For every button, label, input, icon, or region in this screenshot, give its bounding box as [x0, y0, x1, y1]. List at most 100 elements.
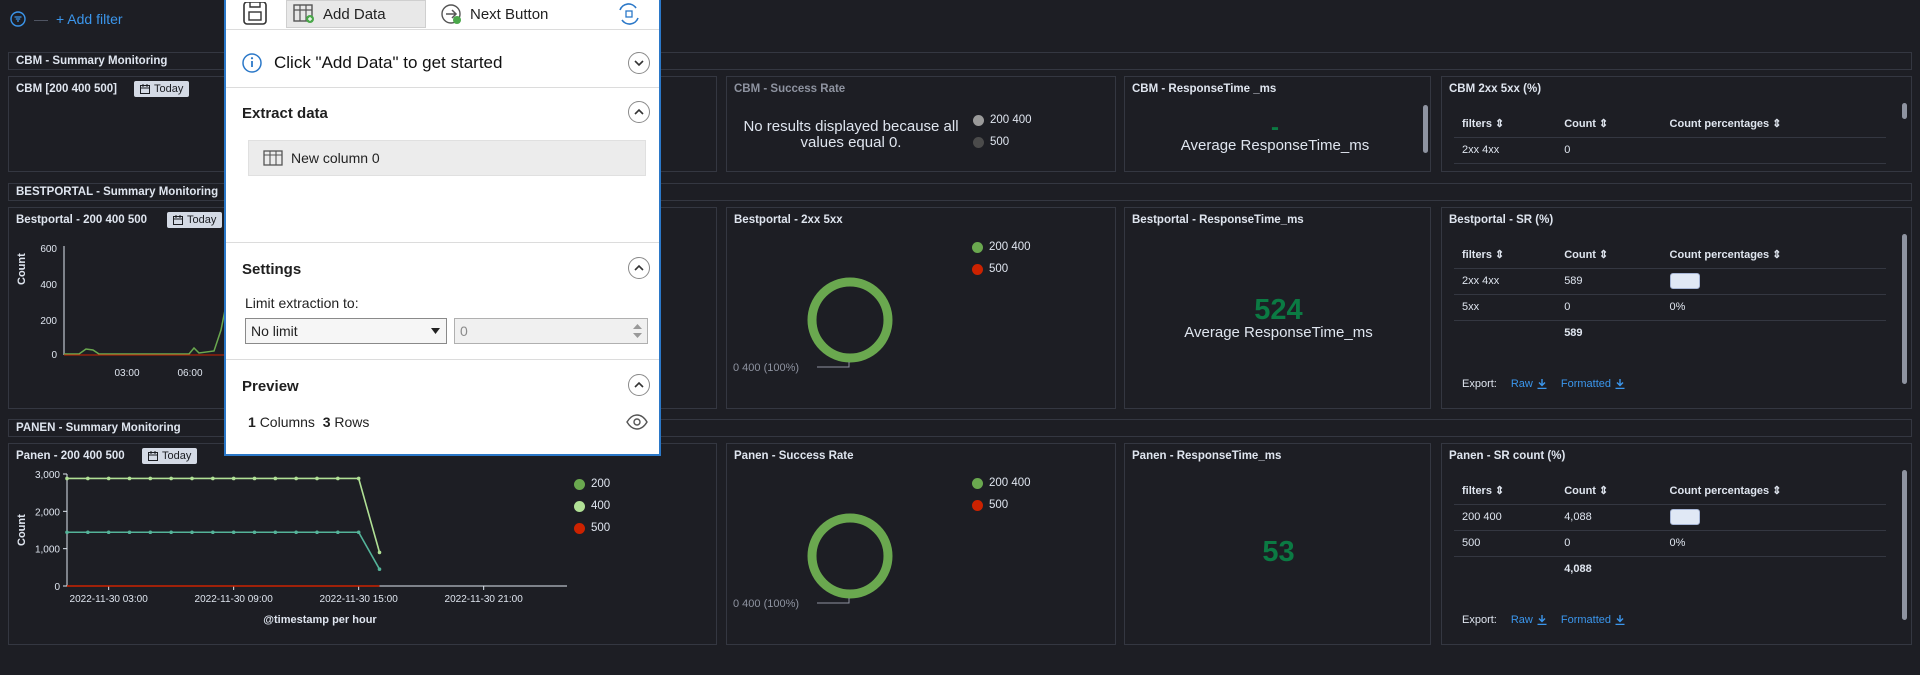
chart-legend: 200 400 500: [574, 473, 610, 539]
table-row: 2xx 4xx 0: [1454, 137, 1886, 164]
column-header[interactable]: Count percentages ⇕: [1661, 111, 1886, 138]
panel-title: CBM [200 400 500]: [16, 83, 117, 95]
spinner-arrows-icon[interactable]: [633, 323, 642, 339]
data-point: [273, 476, 278, 481]
refresh-icon: [619, 3, 639, 25]
column-header[interactable]: Count ⇕: [1556, 111, 1662, 138]
refresh-button[interactable]: [616, 0, 646, 28]
data-point: [148, 476, 153, 481]
panel-scrollbar[interactable]: [1902, 234, 1907, 384]
limit-select[interactable]: No limit: [245, 318, 447, 344]
preview-section: Preview 1 Columns 3 Rows: [226, 360, 659, 454]
bestportal-donut-panel: Bestportal - 2xx 5xx 0 400 (100%) 200 40…: [726, 207, 1116, 409]
data-point: [148, 530, 153, 535]
legend-item[interactable]: 500: [973, 131, 1032, 153]
settings-heading: Settings: [242, 261, 302, 278]
add-filter-link[interactable]: + Add filter: [56, 11, 123, 27]
cbm-table-panel: CBM 2xx 5xx (%) filters ⇕ Count ⇕ Count …: [1441, 76, 1912, 172]
legend-item[interactable]: 500: [972, 494, 1031, 516]
panen-volume-chart: Count @timestamp per hour 3,000 2,000 1,00…: [16, 470, 567, 626]
extraction-toolbar: Add Data Next Button: [226, 0, 659, 30]
download-icon: [1615, 615, 1625, 625]
panel-scrollbar[interactable]: [1423, 105, 1428, 153]
next-button[interactable]: Next Button: [436, 0, 566, 28]
x-tick-label: 03:00: [114, 368, 139, 379]
response-time-metric: 53: [1262, 536, 1295, 568]
panel-scrollbar[interactable]: [1902, 103, 1907, 119]
series-line-200: [64, 245, 240, 355]
filter-bar: — + Add filter: [10, 8, 123, 30]
preview-summary: 1 Columns 3 Rows: [248, 414, 370, 430]
data-point: [106, 476, 111, 481]
data-point: [294, 476, 298, 481]
legend-item[interactable]: 200 400: [973, 109, 1032, 131]
eye-icon[interactable]: [626, 414, 648, 430]
data-point: [356, 530, 361, 535]
legend-item[interactable]: 400: [574, 495, 610, 517]
today-badge[interactable]: Today: [134, 81, 190, 97]
limit-number-input[interactable]: 0: [454, 318, 648, 344]
legend-item[interactable]: 200 400: [972, 472, 1031, 494]
expand-info-button[interactable]: [628, 52, 650, 74]
export-formatted-link[interactable]: Formatted: [1561, 614, 1625, 626]
panel-title: Panen - Success Rate: [734, 450, 854, 462]
y-axis-label: Count: [16, 514, 28, 546]
x-tick-label: 06:00: [177, 368, 202, 379]
export-bar: Export: Raw Formatted: [1462, 378, 1625, 390]
calendar-icon: [140, 84, 150, 94]
column-header[interactable]: Count ⇕: [1556, 242, 1662, 269]
data-point: [86, 476, 90, 481]
data-point: [252, 476, 257, 481]
table-row: 500 0 0%: [1454, 530, 1886, 557]
legend-item[interactable]: 200: [574, 473, 610, 495]
column-list-item[interactable]: New column 0: [248, 140, 646, 176]
panen-table-panel: Panen - SR count (%) filters ⇕ Count ⇕ C…: [1441, 443, 1912, 645]
export-formatted-link[interactable]: Formatted: [1561, 378, 1625, 390]
panel-scrollbar[interactable]: [1902, 470, 1907, 620]
cbm-response-panel: CBM - ResponseTime _ms - Average Respons…: [1124, 76, 1431, 172]
collapse-extract-button[interactable]: [628, 101, 650, 123]
column-header[interactable]: filters ⇕: [1454, 111, 1557, 138]
panel-title: Bestportal - 200 400 500: [16, 214, 148, 226]
calendar-icon: [148, 451, 158, 461]
filter-icon[interactable]: [10, 11, 26, 27]
bestportal-table-panel: Bestportal - SR (%) filters ⇕ Count ⇕ Co…: [1441, 207, 1912, 409]
panen-donut-panel: Panen - Success Rate 0 400 (100%) 200 40…: [726, 443, 1116, 645]
x-tick-label: 2022-11-30 15:00: [320, 594, 399, 605]
export-raw-link[interactable]: Raw: [1511, 378, 1547, 390]
save-icon: [243, 2, 267, 25]
data-point: [211, 530, 215, 535]
extract-data-section: Extract data New column 0: [226, 88, 659, 243]
today-badge[interactable]: Today: [142, 448, 198, 464]
collapse-preview-button[interactable]: [628, 374, 650, 396]
today-badge[interactable]: Today: [167, 212, 223, 228]
data-point: [190, 476, 194, 481]
legend-item[interactable]: 500: [574, 517, 610, 539]
collapse-settings-button[interactable]: [628, 257, 650, 279]
column-header[interactable]: filters ⇕: [1454, 242, 1557, 269]
chart-legend: 200 400 500: [973, 109, 1032, 153]
extract-data-heading: Extract data: [242, 105, 328, 122]
data-table: filters ⇕ Count ⇕ Count percentages ⇕ 2x…: [1454, 111, 1886, 164]
chart-legend: 200 400 500: [972, 472, 1031, 516]
export-raw-link[interactable]: Raw: [1511, 614, 1547, 626]
info-row: Click "Add Data" to get started: [226, 38, 659, 88]
save-button[interactable]: [242, 0, 272, 28]
data-point: [65, 476, 69, 481]
x-tick-label: 2022-11-30 21:00: [445, 594, 524, 605]
data-point: [377, 567, 382, 571]
add-column-icon: [293, 4, 314, 23]
limit-label: Limit extraction to:: [245, 295, 359, 311]
column-header[interactable]: Count percentages ⇕: [1661, 242, 1886, 269]
cbm-success-panel: CBM - Success Rate No results displayed …: [726, 76, 1116, 172]
percentage-bar: [1669, 509, 1700, 525]
column-header[interactable]: Count percentages ⇕: [1661, 478, 1886, 505]
legend-item[interactable]: 500: [972, 258, 1031, 280]
response-time-metric: - Average ResponseTime_ms: [1180, 114, 1370, 155]
x-tick-label: 2022-11-30 09:00: [195, 594, 274, 605]
table-row: 5xx 0 0%: [1454, 294, 1886, 321]
column-header[interactable]: filters ⇕: [1454, 478, 1557, 505]
column-header[interactable]: Count ⇕: [1556, 478, 1662, 505]
legend-item[interactable]: 200 400: [972, 236, 1031, 258]
add-data-button[interactable]: Add Data: [286, 0, 426, 28]
